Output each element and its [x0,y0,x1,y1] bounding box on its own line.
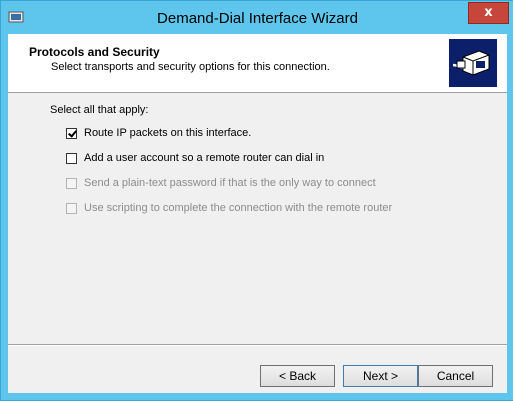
route-ip-checkbox[interactable] [66,127,77,139]
add-user-account-option[interactable]: Add a user account so a remote router ca… [66,150,324,166]
use-scripting-checkbox [66,202,77,214]
add-user-account-checkbox[interactable] [66,152,77,164]
footer-divider [8,344,507,346]
cancel-button[interactable]: Cancel [418,365,493,387]
plain-text-password-checkbox [66,177,77,189]
use-scripting-label: Use scripting to complete the connection… [84,202,393,214]
close-icon: x [484,5,493,20]
page-title: Protocols and Security [29,45,160,59]
plain-text-password-option: Send a plain-text password if that is th… [66,175,376,191]
network-cable-icon [449,39,497,87]
route-ip-label: Route IP packets on this interface. [84,127,252,139]
wizard-header: Protocols and Security Select transports… [8,34,507,93]
back-button[interactable]: < Back [260,365,335,387]
next-button[interactable]: Next > [343,365,418,387]
page-subtitle: Select transports and security options f… [51,61,330,73]
plain-text-password-label: Send a plain-text password if that is th… [84,177,376,189]
window-title: Demand-Dial Interface Wizard [157,10,358,27]
select-all-prompt: Select all that apply: [50,104,149,116]
use-scripting-option: Use scripting to complete the connection… [66,200,392,216]
options-area: Select all that apply: Route IP packets … [8,93,507,343]
close-button[interactable]: x [468,2,509,24]
title-bar[interactable]: Demand-Dial Interface Wizard x [1,1,514,35]
route-ip-option[interactable]: Route IP packets on this interface. [66,125,251,141]
wizard-window: Demand-Dial Interface Wizard x Protocols… [0,0,515,401]
add-user-account-label: Add a user account so a remote router ca… [84,152,325,164]
dialog-client: Protocols and Security Select transports… [8,34,507,393]
